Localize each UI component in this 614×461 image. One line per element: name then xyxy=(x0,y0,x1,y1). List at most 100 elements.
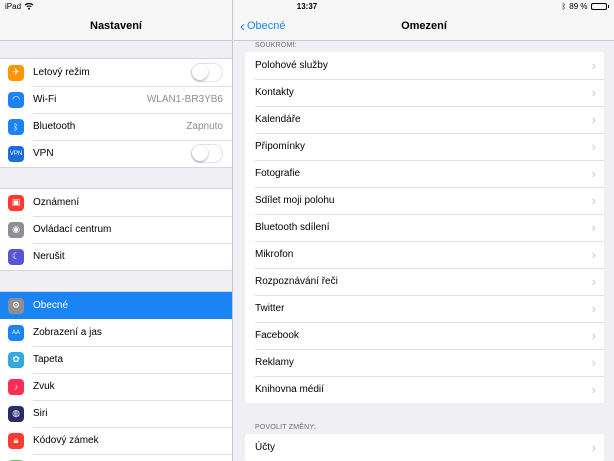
display-brightness-icon: AA xyxy=(8,324,24,341)
chevron-right-icon: › xyxy=(591,58,596,73)
settings-master-pane: Nastavení ✈ Letový režim ◠ Wi-Fi WLAN1-BR3YB… xyxy=(0,0,233,461)
chevron-right-icon: › xyxy=(591,355,596,370)
sidebar-item-obecne[interactable]: ⚙ Obecné xyxy=(0,292,232,319)
list-item-facebook[interactable]: Facebook › xyxy=(245,322,604,349)
chevron-right-icon: › xyxy=(591,301,596,316)
chevron-right-icon: › xyxy=(591,112,596,127)
sidebar-item-nerusit[interactable]: ☾ Nerušit xyxy=(0,243,232,270)
list-item-label: Mikrofon xyxy=(255,249,294,260)
sidebar-item-label: Wi-Fi xyxy=(33,94,57,105)
sidebar-item-zobrazeni-a-jas[interactable]: AA Zobrazení a jas xyxy=(0,319,232,346)
sidebar-item-label: Kódový zámek xyxy=(33,435,99,446)
list-item-label: Kalendáře xyxy=(255,114,301,125)
wallpaper-icon: ✿ xyxy=(8,351,24,368)
sidebar-item-letovy-rezim[interactable]: ✈ Letový režim xyxy=(0,59,232,86)
list-item-label: Reklamy xyxy=(255,357,294,368)
sidebar-item-ovladaci-centrum[interactable]: ◉ Ovládací centrum xyxy=(0,216,232,243)
master-title: Nastavení xyxy=(90,20,142,32)
sidebar-item-label: Tapeta xyxy=(33,354,64,365)
passcode-lock-icon: 🔒︎ xyxy=(8,432,24,449)
sidebar-item-label: Letový režim xyxy=(33,67,90,78)
allow-changes-group: Účty › xyxy=(245,434,604,461)
sidebar-item-label: Obecné xyxy=(33,300,69,311)
vpn-toggle[interactable] xyxy=(191,144,223,163)
list-item-label: Sdílet moji polohu xyxy=(255,195,335,206)
chevron-right-icon: › xyxy=(591,85,596,100)
notifications-icon: ▣ xyxy=(8,194,24,211)
sidebar-item-label: VPN xyxy=(33,148,54,159)
list-item-sdilet-moji-polohu[interactable]: Sdílet moji polohu › xyxy=(245,187,604,214)
list-item-ucty[interactable]: Účty › xyxy=(245,434,604,461)
device-label: iPad xyxy=(5,1,22,11)
control-center-icon: ◉ xyxy=(8,221,24,238)
chevron-right-icon: › xyxy=(591,139,596,154)
list-item-label: Rozpoznávání řeči xyxy=(255,276,338,287)
list-item-bluetooth-sdileni[interactable]: Bluetooth sdílení › xyxy=(245,214,604,241)
sound-icon: ♪ xyxy=(8,378,24,395)
airplane-icon: ✈ xyxy=(8,64,24,81)
letovy-rezim-toggle[interactable] xyxy=(191,63,223,82)
privacy-group: Polohové služby › Kontakty › Kalendáře › Připo… xyxy=(245,52,604,403)
list-item-twitter[interactable]: Twitter › xyxy=(245,295,604,322)
settings-group: ▣ Oznámení ◉ Ovládací centrum ☾ Nerušit xyxy=(0,188,232,271)
list-item-knihovna-medii[interactable]: Knihovna médií › xyxy=(245,376,604,403)
list-item-label: Fotografie xyxy=(255,168,301,179)
sidebar-item-label: Zvuk xyxy=(33,381,55,392)
toggle-knob xyxy=(192,64,208,80)
sidebar-item-partial[interactable] xyxy=(0,454,232,461)
sidebar-item-tapeta[interactable]: ✿ Tapeta xyxy=(0,346,232,373)
privacy-section-header: SOUKROMÍ: xyxy=(255,42,297,49)
status-bar: iPad 13:37 ᛒ 89 % xyxy=(0,0,614,12)
chevron-right-icon: › xyxy=(591,166,596,181)
toggle-knob xyxy=(192,145,208,161)
chevron-right-icon: › xyxy=(591,328,596,343)
battery-percent: 89 % xyxy=(569,1,588,11)
sidebar-item-kodovy-zamek[interactable]: 🔒︎ Kódový zámek xyxy=(0,427,232,454)
gear-icon: ⚙ xyxy=(8,297,24,314)
sidebar-item-label: Nerušit xyxy=(33,251,65,262)
wifi-icon: ◠ xyxy=(8,91,24,108)
list-item-kalendare[interactable]: Kalendáře › xyxy=(245,106,604,133)
list-item-pripominky[interactable]: Připomínky › xyxy=(245,133,604,160)
list-item-mikrofon[interactable]: Mikrofon › xyxy=(245,241,604,268)
list-item-fotografie[interactable]: Fotografie › xyxy=(245,160,604,187)
list-item-label: Účty xyxy=(255,442,275,453)
chevron-right-icon: › xyxy=(591,274,596,289)
list-item-label: Facebook xyxy=(255,330,299,341)
chevron-right-icon: › xyxy=(591,247,596,262)
sidebar-item-label: Zobrazení a jas xyxy=(33,327,102,338)
allow-changes-section-header: POVOLIT ZMĚNY: xyxy=(255,424,317,431)
sidebar-item-oznameni[interactable]: ▣ Oznámení xyxy=(0,189,232,216)
sidebar-item-vpn[interactable]: VPN VPN xyxy=(0,140,232,167)
sidebar-item-label: Siri xyxy=(33,408,48,419)
list-item-rozpoznavani-reci[interactable]: Rozpoznávání řeči › xyxy=(245,268,604,295)
list-item-polohove-sluzby[interactable]: Polohové služby › xyxy=(245,52,604,79)
chevron-right-icon: › xyxy=(591,440,596,455)
wifi-signal-icon xyxy=(24,2,34,10)
battery-indicator xyxy=(590,2,609,10)
chevron-right-icon: › xyxy=(591,193,596,208)
list-item-label: Kontakty xyxy=(255,87,294,98)
list-item-reklamy[interactable]: Reklamy › xyxy=(245,349,604,376)
status-time: 13:37 xyxy=(296,1,318,11)
vpn-icon: VPN xyxy=(8,145,24,162)
do-not-disturb-icon: ☾ xyxy=(8,248,24,265)
chevron-right-icon: › xyxy=(591,220,596,235)
siri-icon: ◍ xyxy=(8,405,24,422)
settings-group: ⚙ Obecné AA Zobrazení a jas ✿ Tapeta ♪ Zvuk ◍ Sir… xyxy=(0,291,232,461)
list-item-label: Knihovna médií xyxy=(255,384,324,395)
sidebar-item-siri[interactable]: ◍ Siri xyxy=(0,400,232,427)
sidebar-item-label: Oznámení xyxy=(33,197,80,208)
list-item-label: Twitter xyxy=(255,303,285,314)
list-item-kontakty[interactable]: Kontakty › xyxy=(245,79,604,106)
sidebar-item-bluetooth[interactable]: ᛒ Bluetooth Zapnuto xyxy=(0,113,232,140)
list-item-label: Polohové služby xyxy=(255,60,328,71)
sidebar-item-label: Ovládací centrum xyxy=(33,224,112,235)
list-item-label: Bluetooth sdílení xyxy=(255,222,330,233)
chevron-right-icon: › xyxy=(591,382,596,397)
sidebar-item-zvuk[interactable]: ♪ Zvuk xyxy=(0,373,232,400)
sidebar-item-wi-fi[interactable]: ◠ Wi-Fi WLAN1-BR3YB6 xyxy=(0,86,232,113)
